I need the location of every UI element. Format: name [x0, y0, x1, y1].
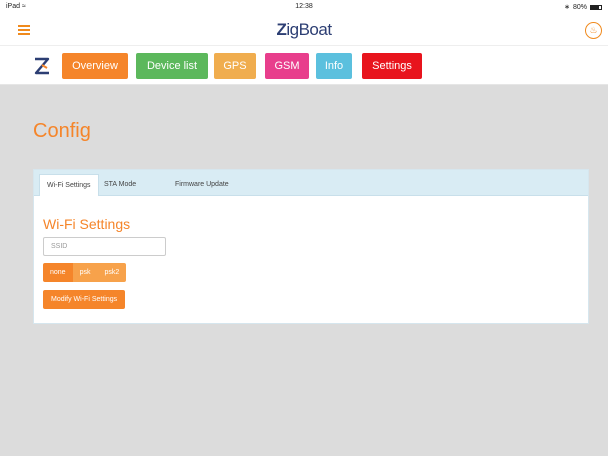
status-time: 12:38: [295, 3, 313, 10]
brand-logo-text: igBoat: [286, 20, 332, 39]
battery-icon: [590, 4, 602, 10]
config-tabs: Wi-Fi Settings STA Mode Firmware Update: [34, 170, 588, 196]
brand-logo-z: Z: [276, 20, 287, 39]
nav-overview-button[interactable]: Overview: [62, 53, 128, 79]
security-psk-button[interactable]: psk: [72, 263, 98, 282]
nav-gps-button[interactable]: GPS: [214, 53, 256, 79]
security-none-button[interactable]: none: [43, 263, 73, 282]
tab-sta-mode[interactable]: STA Mode: [97, 174, 143, 196]
battery-percent: 80%: [572, 3, 587, 11]
wifi-section-title: Wi-Fi Settings: [43, 216, 131, 232]
brand-logo: ZigBoat: [0, 20, 608, 40]
zigboat-z-logo-icon[interactable]: [33, 56, 51, 76]
bluetooth-icon: ∗: [564, 4, 570, 11]
nav-device-list-button[interactable]: Device list: [136, 53, 208, 79]
main-nav: Overview Device list GPS GSM Info Settin…: [0, 46, 608, 85]
status-bar: iPad ≈ 12:38 ∗ 80%: [0, 0, 608, 14]
nav-gsm-button[interactable]: GSM: [265, 53, 309, 79]
tab-firmware-update[interactable]: Firmware Update: [168, 174, 236, 196]
tab-wifi-settings[interactable]: Wi-Fi Settings: [39, 174, 99, 196]
nav-info-button[interactable]: Info: [316, 53, 352, 79]
security-psk2-button[interactable]: psk2: [97, 263, 127, 282]
security-mode-selector: none psk psk2: [43, 263, 127, 282]
ssid-input[interactable]: [43, 237, 166, 256]
config-panel: Wi-Fi Settings STA Mode Firmware Update …: [33, 169, 589, 324]
modify-wifi-settings-button[interactable]: Modify Wi-Fi Settings: [43, 290, 126, 309]
notification-bell-icon[interactable]: ♨: [585, 22, 602, 39]
status-battery: ∗ 80%: [564, 3, 602, 11]
page-title: Config: [33, 120, 91, 142]
nav-settings-button[interactable]: Settings: [362, 53, 422, 79]
app-header: ZigBoat ♨: [0, 14, 608, 46]
